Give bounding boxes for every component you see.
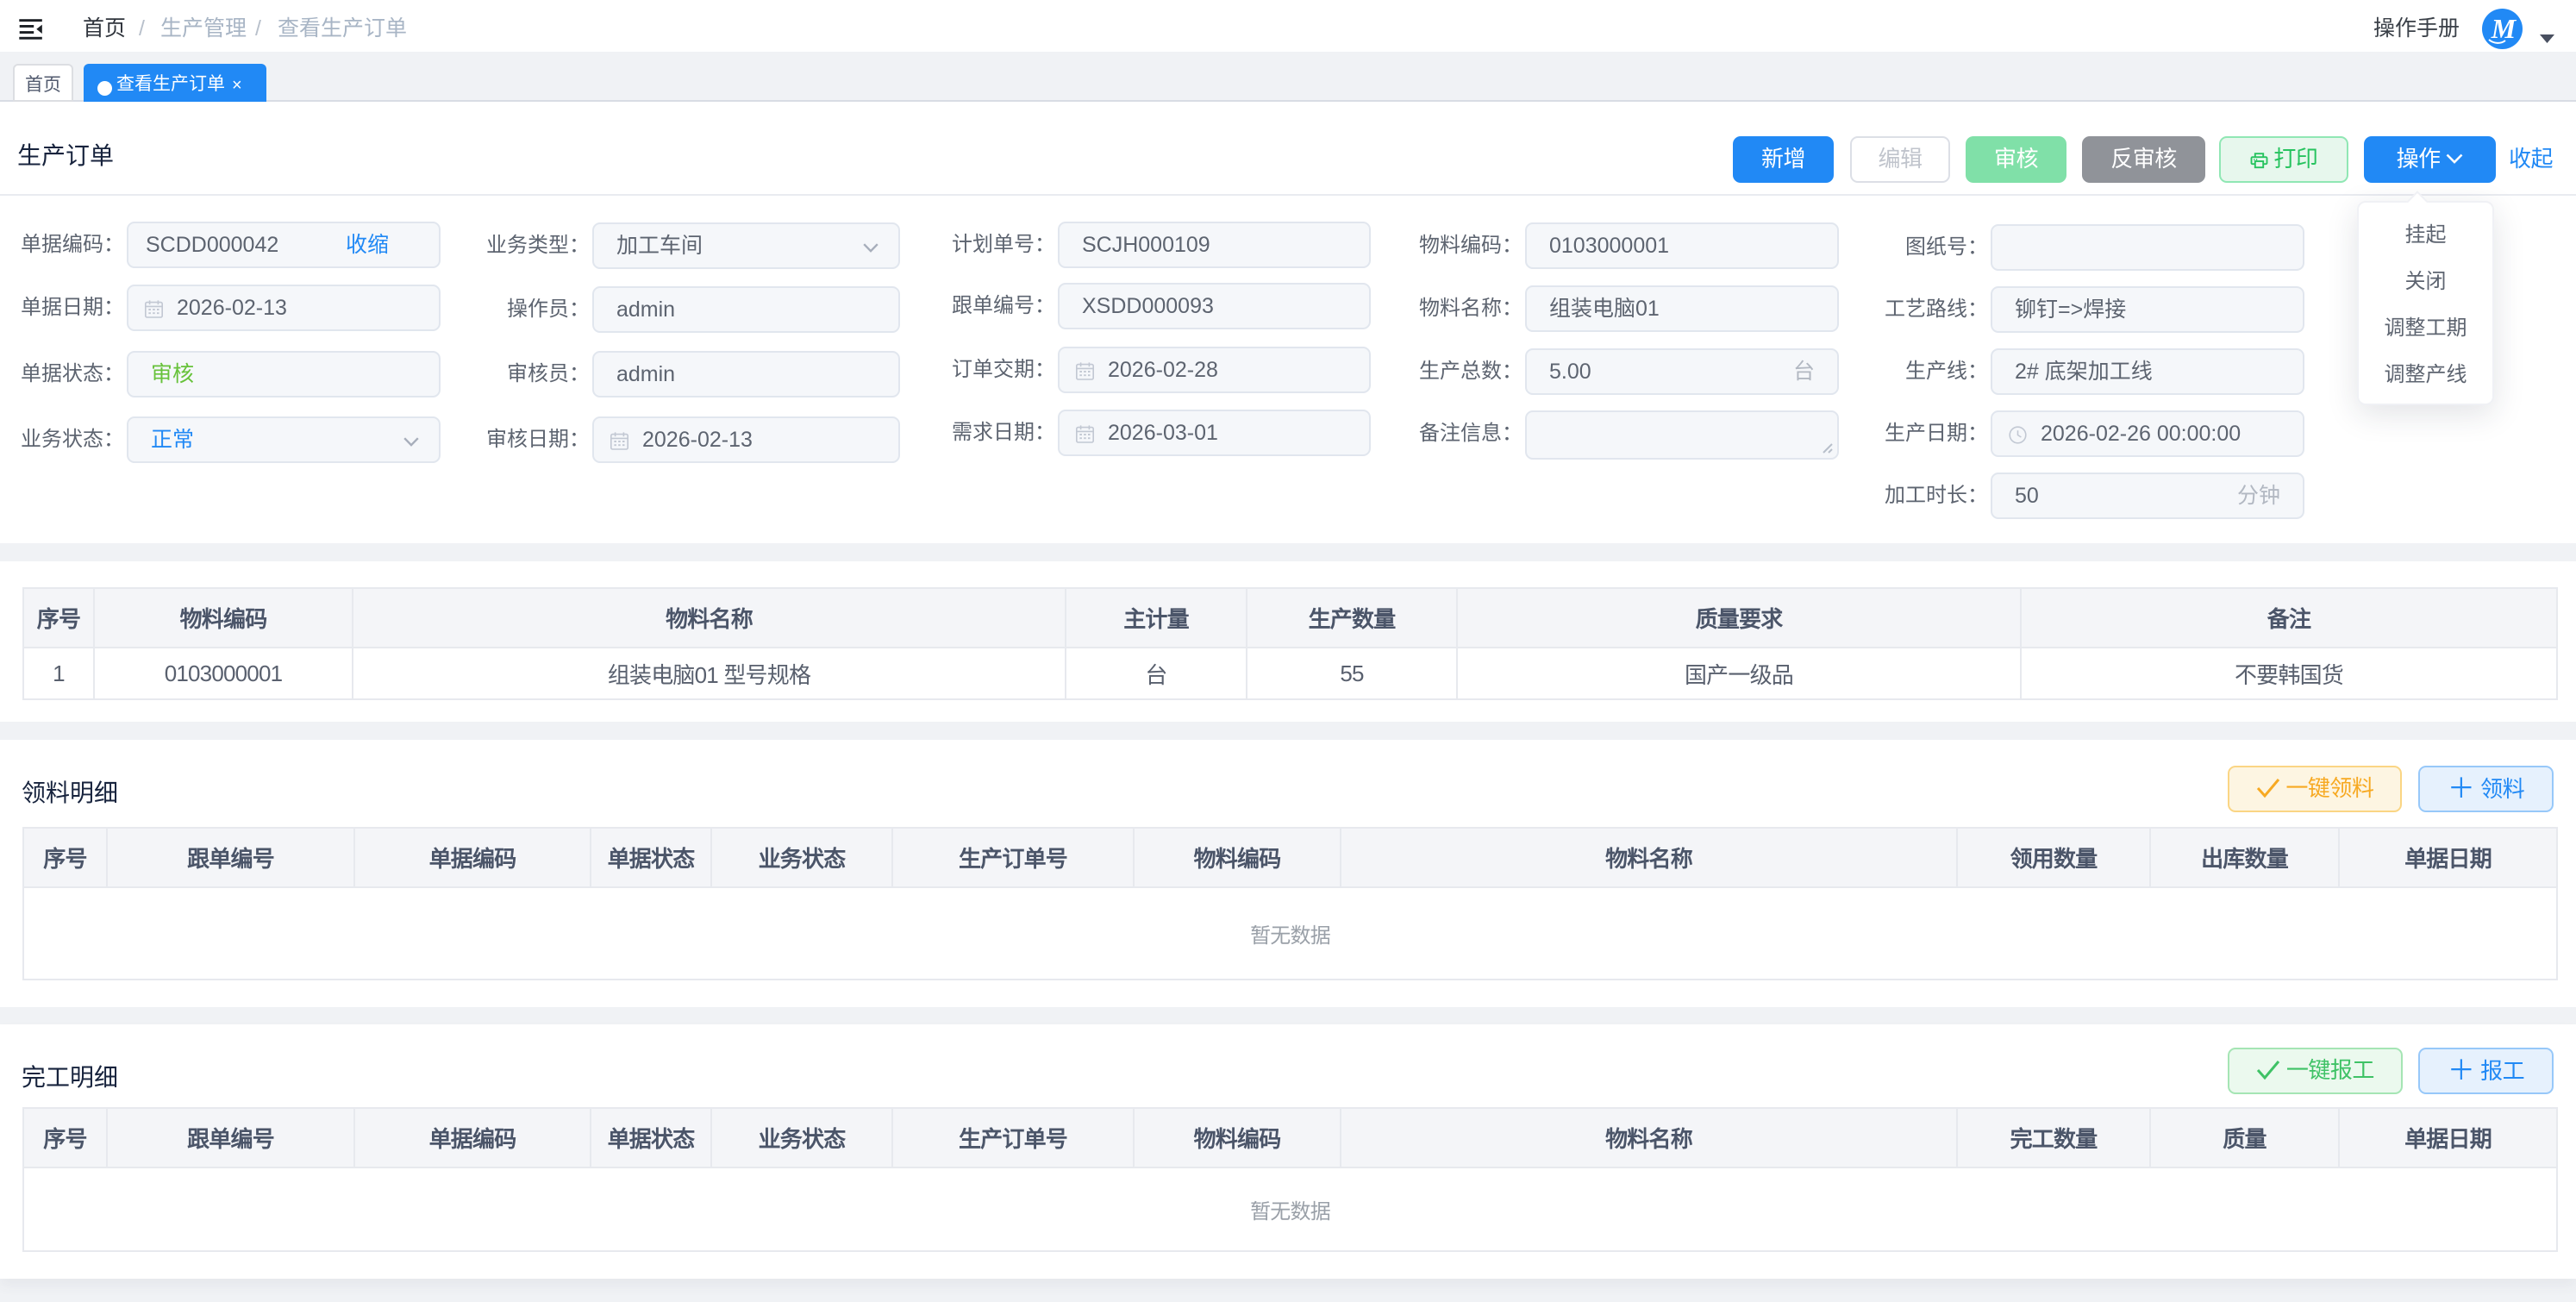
svg-text:M: M: [2491, 13, 2517, 44]
